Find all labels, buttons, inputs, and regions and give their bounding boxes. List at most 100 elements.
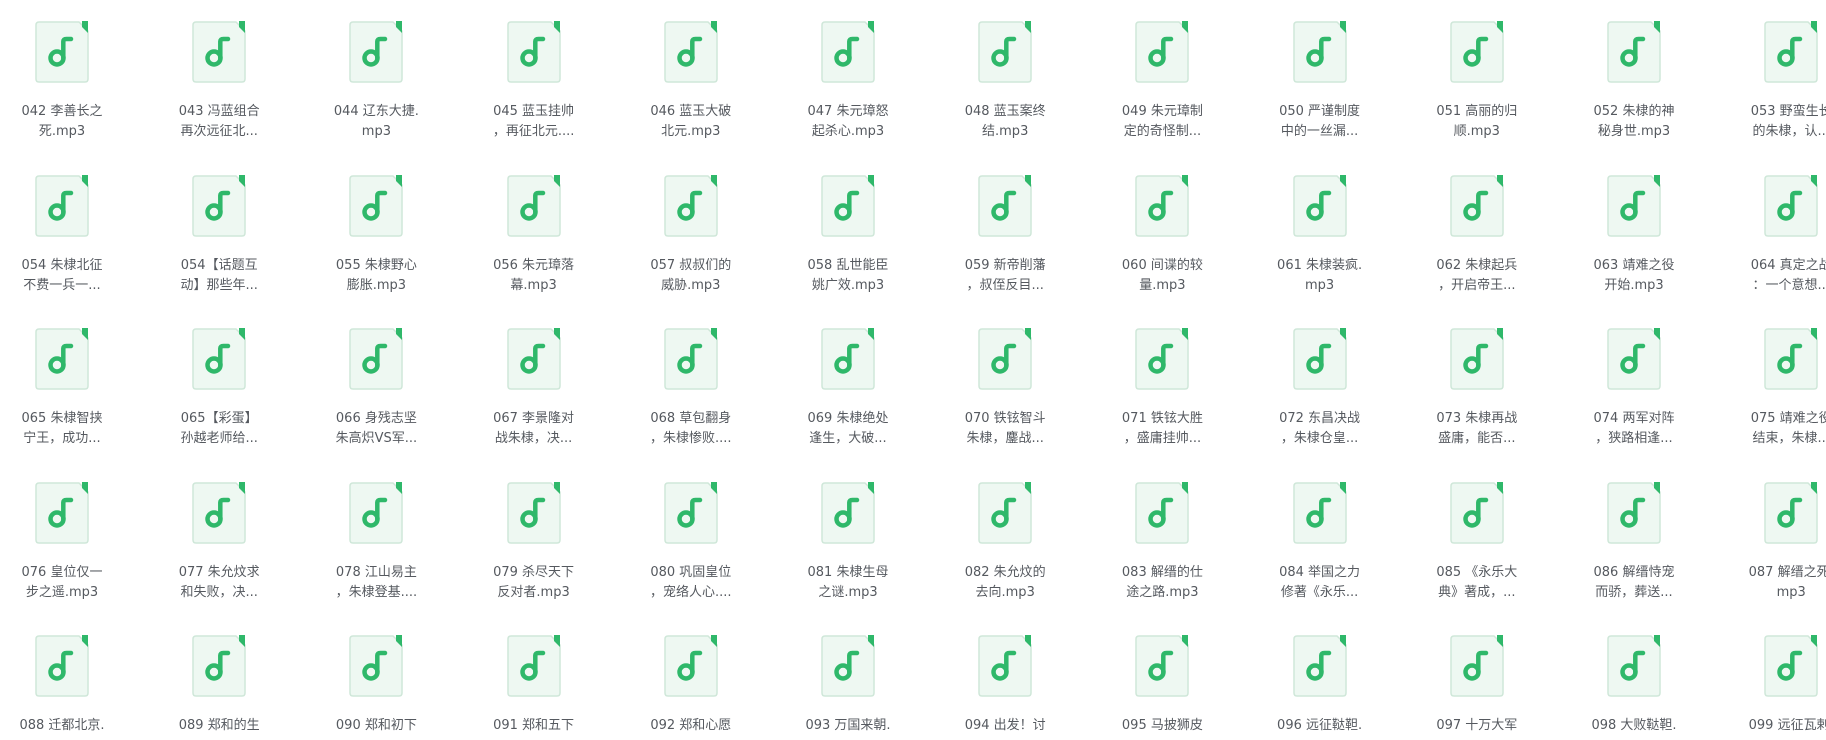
file-item[interactable]: 064 真定之战 ：一个意想... xyxy=(1731,174,1826,296)
file-item[interactable]: 098 大败鞑靼. xyxy=(1574,635,1694,736)
file-name-line-1: 044 辽东大捷. xyxy=(333,104,419,119)
file-item[interactable]: 097 十万大军 xyxy=(1417,635,1537,736)
file-item[interactable]: 058 乱世能臣 姚广效.mp3 xyxy=(788,174,908,296)
file-item[interactable]: 054【话题互 动】那些年... xyxy=(159,174,279,296)
file-item[interactable]: 053 野蛮生长 的朱棣，认... xyxy=(1731,21,1826,142)
file-item[interactable]: 066 身残志坚 朱高炽VS军... xyxy=(316,328,436,449)
file-name: 053 野蛮生长 的朱棣，认... xyxy=(1733,102,1826,142)
file-name-line-2: 途之路.mp3 xyxy=(1126,584,1199,600)
file-item[interactable]: 083 解缙的仕 途之路.mp3 xyxy=(1102,481,1222,603)
file-item[interactable]: 051 高丽的归 顺.mp3 xyxy=(1417,21,1537,142)
file-name-line-2: ，再征北元.... xyxy=(492,124,575,139)
file-name: 068 草包翻身 ，朱棣惨败.... xyxy=(633,409,749,449)
file-item[interactable]: 047 朱元璋怒 起杀心.mp3 xyxy=(788,21,908,142)
file-name: 080 巩固皇位 ，宠络人心.... xyxy=(633,563,749,603)
file-item[interactable]: 050 严谨制度 中的一丝漏... xyxy=(1260,21,1380,142)
file-name-line-1: 059 新帝削藩 xyxy=(964,257,1046,273)
file-name-line-1: 095 马披狮皮 xyxy=(1121,718,1203,733)
file-name-line-2: ，盛庸挂帅... xyxy=(1123,431,1202,446)
file-item[interactable]: 096 远征鞑靼. xyxy=(1260,635,1380,736)
file-item[interactable]: 095 马披狮皮 xyxy=(1102,635,1222,736)
file-item[interactable]: 065 朱棣智挟 宁王，成功... xyxy=(2,328,122,449)
file-name-line-1: 060 间谍的较 xyxy=(1121,257,1203,273)
file-item[interactable]: 077 朱允炆求 和失败，决... xyxy=(159,481,279,603)
file-item[interactable]: 044 辽东大捷. mp3 xyxy=(316,21,436,142)
file-name-line-2: 北元.mp3 xyxy=(661,124,721,139)
file-name-line-2: ，宠络人心.... xyxy=(650,584,732,600)
file-name: 052 朱棣的神 秘身世.mp3 xyxy=(1576,102,1692,142)
file-name: 085 《永乐大 典》著成，... xyxy=(1419,563,1535,603)
file-item[interactable]: 080 巩固皇位 ，宠络人心.... xyxy=(631,481,751,603)
file-name-line-2: 姚广效.mp3 xyxy=(811,277,885,293)
file-item[interactable]: 092 郑和心愿 xyxy=(631,635,751,736)
file-name: 058 乱世能臣 姚广效.mp3 xyxy=(790,256,906,296)
file-item[interactable]: 087 解缙之死. mp3 xyxy=(1731,481,1826,603)
file-item[interactable]: 079 杀尽天下 反对者.mp3 xyxy=(474,481,594,603)
file-item[interactable]: 059 新帝削藩 ，叔侄反目... xyxy=(945,174,1065,296)
file-item[interactable]: 054 朱棣北征 不费一兵一... xyxy=(2,174,122,296)
file-item[interactable]: 042 李善长之 死.mp3 xyxy=(2,21,122,142)
file-item[interactable]: 074 两军对阵 ，狭路相逢... xyxy=(1574,328,1694,449)
file-item[interactable]: 073 朱棣再战 盛庸，能否... xyxy=(1417,328,1537,449)
file-name-line-2: 结束，朱棣... xyxy=(1752,431,1826,446)
file-name-line-1: 096 远征鞑靼. xyxy=(1277,718,1363,733)
file-name-line-1: 049 朱元璋制 xyxy=(1121,104,1203,119)
file-name: 074 两军对阵 ，狭路相逢... xyxy=(1576,409,1692,449)
file-item[interactable]: 088 迁都北京. xyxy=(2,635,122,736)
file-item[interactable]: 091 郑和五下 xyxy=(474,635,594,736)
file-name-line-1: 054【话题互 xyxy=(180,257,258,273)
file-name: 088 迁都北京. xyxy=(4,716,120,736)
file-item[interactable]: 093 万国来朝. xyxy=(788,635,908,736)
file-item[interactable]: 065【彩蛋】 孙越老师给... xyxy=(159,328,279,449)
file-item[interactable]: 069 朱棣绝处 逢生，大破... xyxy=(788,328,908,449)
file-item[interactable]: 075 靖难之役 结束，朱棣... xyxy=(1731,328,1826,449)
file-name-line-1: 092 郑和心愿 xyxy=(650,718,732,733)
file-item[interactable]: 043 冯蓝组合 再次远征北... xyxy=(159,21,279,142)
music-file-icon xyxy=(1607,635,1661,697)
file-name: 099 远征瓦剌. xyxy=(1733,716,1826,736)
music-file-icon xyxy=(35,328,89,390)
file-item[interactable]: 057 叔叔们的 威胁.mp3 xyxy=(631,174,751,296)
file-item[interactable]: 099 远征瓦剌. xyxy=(1731,635,1826,736)
file-item[interactable]: 046 蓝玉大破 北元.mp3 xyxy=(631,21,751,142)
file-item[interactable]: 071 铁铉大胜 ，盛庸挂帅... xyxy=(1102,328,1222,449)
file-item[interactable]: 072 东昌决战 ，朱棣仓皇... xyxy=(1260,328,1380,449)
file-item[interactable]: 076 皇位仅一 步之遥.mp3 xyxy=(2,481,122,603)
file-name: 065【彩蛋】 孙越老师给... xyxy=(161,409,277,449)
file-item[interactable]: 085 《永乐大 典》著成，... xyxy=(1417,481,1537,603)
file-name-line-2: 秘身世.mp3 xyxy=(1597,124,1671,139)
file-item[interactable]: 070 铁铉智斗 朱棣，鏖战... xyxy=(945,328,1065,449)
file-name-line-1: 094 出发！讨 xyxy=(964,718,1046,733)
file-item[interactable]: 086 解缙恃宠 而骄，葬送... xyxy=(1574,481,1694,603)
music-file-icon xyxy=(664,328,718,390)
file-item[interactable]: 078 江山易主 ，朱棣登基.... xyxy=(316,481,436,603)
file-item[interactable]: 056 朱元璋落 幕.mp3 xyxy=(474,174,594,296)
music-file-icon xyxy=(35,635,89,697)
file-item[interactable]: 061 朱棣装疯. mp3 xyxy=(1260,174,1380,296)
file-item[interactable]: 060 间谍的较 量.mp3 xyxy=(1102,174,1222,296)
file-name-line-1: 080 巩固皇位 xyxy=(650,564,732,580)
file-item[interactable]: 062 朱棣起兵 ，开启帝王... xyxy=(1417,174,1537,296)
file-item[interactable]: 063 靖难之役 开始.mp3 xyxy=(1574,174,1694,296)
file-name: 086 解缙恃宠 而骄，葬送... xyxy=(1576,563,1692,603)
file-item[interactable]: 067 李景隆对 战朱棣，决... xyxy=(474,328,594,449)
file-item[interactable]: 082 朱允炆的 去向.mp3 xyxy=(945,481,1065,603)
file-item[interactable]: 048 蓝玉案终 结.mp3 xyxy=(945,21,1065,142)
file-item[interactable]: 068 草包翻身 ，朱棣惨败.... xyxy=(631,328,751,449)
file-item[interactable]: 089 郑和的生 xyxy=(159,635,279,736)
file-item[interactable]: 084 举国之力 修著《永乐... xyxy=(1260,481,1380,603)
file-item[interactable]: 090 郑和初下 xyxy=(316,635,436,736)
file-name-line-1: 055 朱棣野心 xyxy=(335,257,417,273)
file-item[interactable]: 052 朱棣的神 秘身世.mp3 xyxy=(1574,21,1694,142)
file-item[interactable]: 049 朱元璋制 定的奇怪制... xyxy=(1102,21,1222,142)
music-file-icon xyxy=(1292,635,1347,697)
file-item[interactable]: 045 蓝玉挂帅 ，再征北元.... xyxy=(474,21,594,142)
file-item[interactable]: 094 出发！讨 xyxy=(945,635,1065,736)
music-file-icon xyxy=(192,174,246,237)
file-item[interactable]: 081 朱棣生母 之谜.mp3 xyxy=(788,481,908,603)
file-name-line-1: 051 高丽的归 xyxy=(1436,104,1518,119)
file-name: 067 李景隆对 战朱棣，决... xyxy=(476,409,592,449)
file-name: 096 远征鞑靼. xyxy=(1262,716,1378,736)
file-name-line-2: mp3 xyxy=(361,124,391,139)
file-item[interactable]: 055 朱棣野心 膨胀.mp3 xyxy=(316,174,436,296)
